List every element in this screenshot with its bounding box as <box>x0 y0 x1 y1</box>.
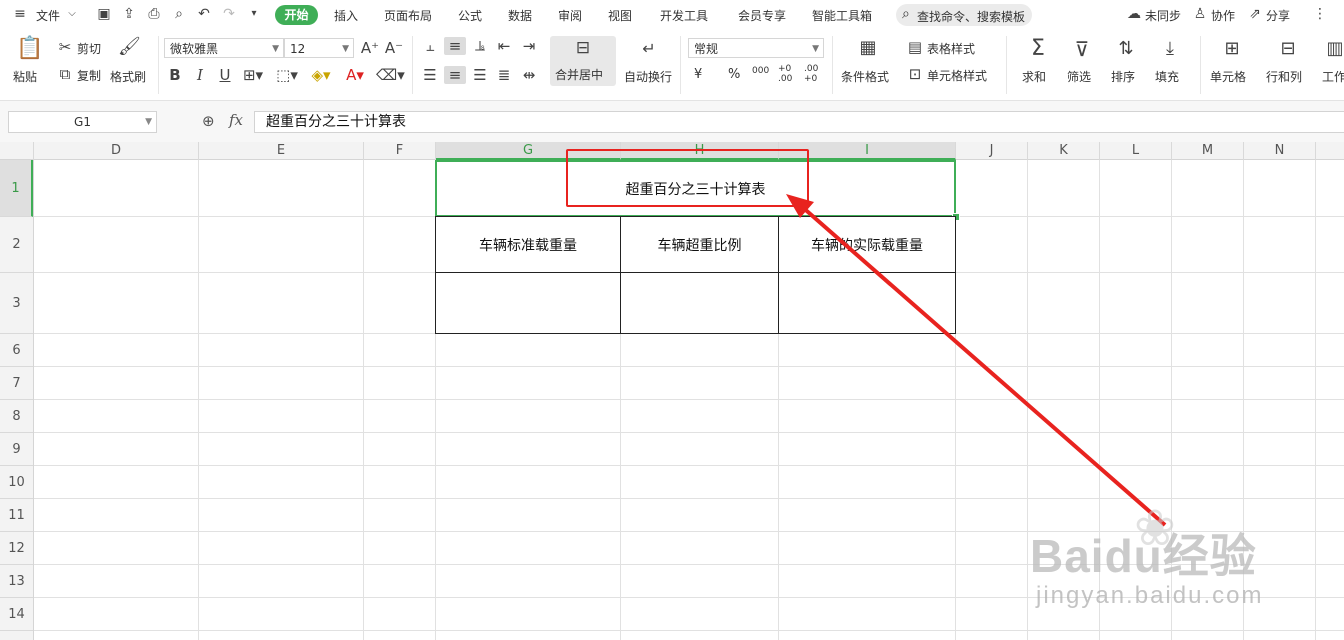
paw-logo-icon: ❀ <box>1134 499 1176 557</box>
watermark-url: jingyan.baidu.com <box>1036 582 1264 609</box>
arrow-shaft <box>798 203 1167 527</box>
